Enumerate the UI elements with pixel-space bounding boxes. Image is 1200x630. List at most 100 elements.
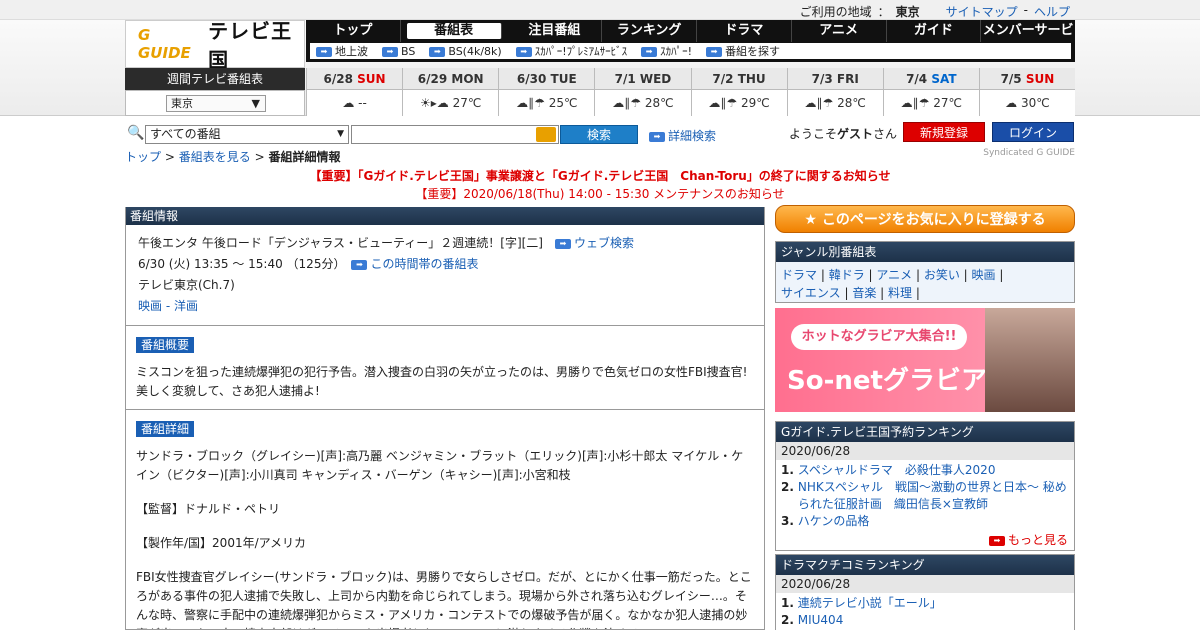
drama-ranking-item[interactable]: 連続テレビ小説「エール」 <box>798 596 942 610</box>
genre-box: ジャンル別番組表 ドラマ | 韓ドラ | アニメ | お笑い | 映画 | サイ… <box>775 241 1075 303</box>
g-guide-logo: G GUIDE <box>138 26 191 62</box>
genre-link[interactable]: 料理 <box>888 286 912 300</box>
day-date[interactable]: 6/29 MON <box>403 68 499 90</box>
drama-ranking-item[interactable]: MIU404 <box>798 613 844 627</box>
day-date[interactable]: 6/28 SUN <box>307 68 403 90</box>
genre-link[interactable]: アニメ <box>876 268 912 282</box>
register-button[interactable]: 新規登録 <box>903 122 985 142</box>
day-column[interactable]: 6/29 MON ☀▸☁ 27℃ <box>402 68 499 116</box>
day-column[interactable]: 7/3 FRI ☁∥☂ 28℃ <box>786 68 883 116</box>
day-date[interactable]: 7/2 THU <box>691 68 787 90</box>
nav-top[interactable]: トップ <box>306 20 401 42</box>
nav-featured[interactable]: 注目番組 <box>508 20 603 42</box>
program-summary-section: 番組概要 ミスコンを狙った連続爆弾犯の犯行予告。潜入捜査の白羽の矢が立ったのは、… <box>126 326 764 410</box>
genre-link[interactable]: お笑い <box>924 268 960 282</box>
help-link[interactable]: ヘルプ <box>1034 3 1070 20</box>
day-weather: ☁∥☂ 27℃ <box>883 90 979 116</box>
banner-title: So-netグラビア <box>787 366 987 396</box>
category-select[interactable]: すべての番組 ▼ <box>145 125 349 144</box>
nav-ranking[interactable]: ランキング <box>602 20 697 42</box>
sub-navigation: ➡ 地上波 ➡ BS ➡ BS(4k/8k) ➡ ｽｶﾊﾟｰ!ﾌﾟﾚﾐｱﾑｻｰﾋﾞｽ ➡… <box>310 43 1071 59</box>
arrow-icon: ➡ <box>988 535 1005 546</box>
area-select[interactable]: 東京 ▼ <box>166 95 266 112</box>
ranking-item[interactable]: ハケンの品格 <box>798 514 870 528</box>
sonet-gravure-banner[interactable]: ホットなグラビア大集合!! So-netグラビア <box>775 308 1075 412</box>
nav-listings[interactable]: 番組表 <box>406 23 502 39</box>
day-date[interactable]: 6/30 TUE <box>499 68 595 90</box>
link-separator: - <box>1023 3 1028 17</box>
welcome-text: ようこそゲストさん <box>789 127 898 141</box>
subnav-bs4k[interactable]: ➡ BS(4k/8k) <box>429 45 502 58</box>
banner-pill: ホットなグラビア大集合!! <box>791 324 967 350</box>
day-date[interactable]: 7/4 SAT <box>883 68 979 90</box>
banner-photo <box>985 308 1075 412</box>
day-column[interactable]: 6/30 TUE ☁∥☂ 25℃ <box>498 68 595 116</box>
ranking-item[interactable]: NHKスペシャル 戦国〜激動の世界と日本〜 秘められた征服計画 織田信長×宣教師 <box>798 479 1069 513</box>
genre-link[interactable]: 映画 <box>972 268 996 282</box>
day-column[interactable]: 7/5 SUN ☁ 30℃ <box>978 68 1075 116</box>
program-title: 午後エンタ 午後ロード「デンジャラス・ビューティー」２週連続！[字][二] <box>138 236 543 250</box>
weekly-schedule: 週間テレビ番組表 東京 ▼ 6/28 SUN ☁ -- 6/29 MON ☀▸☁ 27℃… <box>125 68 1075 116</box>
program-basic-info: 午後エンタ 午後ロード「デンジャラス・ビューティー」２週連続！[字][二] ➡ ウ… <box>126 225 764 326</box>
program-genre-link[interactable]: 映画 - 洋画 <box>138 299 198 313</box>
nav-drama[interactable]: ドラマ <box>697 20 792 42</box>
program-director: 【監督】ドナルド・ペトリ <box>136 502 281 516</box>
advanced-search-link[interactable]: ➡ 詳細検索 <box>649 127 716 144</box>
arrow-icon: ➡ <box>555 238 571 249</box>
arrow-icon: ➡ <box>351 259 368 270</box>
subnav-bs[interactable]: ➡ BS <box>382 45 415 58</box>
program-channel: テレビ東京(Ch.7) <box>138 278 235 292</box>
ranking-item[interactable]: スペシャルドラマ 必殺仕事人2020 <box>798 463 996 477</box>
program-detail-section: 番組詳細 サンドラ・ブロック（グレイシー)[声]:高乃麗 ベンジャミン・ブラット… <box>126 410 764 629</box>
breadcrumb-sep: > <box>254 150 265 164</box>
day-column[interactable]: 6/28 SUN ☁ -- <box>306 68 403 116</box>
search-input[interactable] <box>351 125 559 144</box>
timeslot-link[interactable]: ➡ この時間帯の番組表 <box>351 257 478 271</box>
day-date[interactable]: 7/5 SUN <box>979 68 1075 90</box>
breadcrumb-listings[interactable]: 番組表を見る <box>179 150 251 164</box>
drama-ranking-box: ドラマクチコミランキング 2020/06/28 1. 連続テレビ小説「エール」 … <box>775 554 1075 630</box>
drama-ranking-header: ドラマクチコミランキング <box>776 555 1074 575</box>
arrow-icon: ➡ <box>316 47 332 57</box>
arrow-icon: ➡ <box>515 47 532 57</box>
notice-transfer[interactable]: 【重要】「Gガイド.テレビ王国」事業譲渡と「Gガイド.テレビ王国 Chan-To… <box>0 167 1200 184</box>
subnav-terrestrial[interactable]: ➡ 地上波 <box>316 43 368 59</box>
add-favorite-button[interactable]: ★ このページをお気に入りに登録する <box>775 205 1075 233</box>
logo-title: テレビ王国 <box>208 19 293 72</box>
genre-link[interactable]: サイエンス <box>781 286 841 300</box>
genre-link[interactable]: ドラマ <box>781 268 817 282</box>
program-story: FBI女性捜査官グレイシー(サンドラ・ブロック)は、男勝りで女らしさゼロ。だが、… <box>136 570 752 629</box>
site-logo[interactable]: G GUIDE テレビ王国 <box>125 19 305 72</box>
day-date[interactable]: 7/1 WED <box>595 68 691 90</box>
day-weather: ☁∥☂ 28℃ <box>595 90 691 116</box>
sitemap-link[interactable]: サイトマップ <box>946 3 1018 20</box>
dropdown-arrow-icon: ▼ <box>337 129 344 139</box>
more-link[interactable]: ➡ もっと見る <box>988 531 1068 548</box>
region-value: 東京 <box>895 5 920 19</box>
subnav-skyperfect-premium[interactable]: ➡ ｽｶﾊﾟｰ!ﾌﾟﾚﾐｱﾑｻｰﾋﾞｽ <box>515 43 627 59</box>
day-column[interactable]: 7/1 WED ☁∥☂ 28℃ <box>594 68 691 116</box>
search-button[interactable]: 検索 <box>560 125 638 144</box>
genre-link[interactable]: 音楽 <box>852 286 876 300</box>
main-navigation: トップ 番組表 注目番組 ランキング ドラマ アニメ ガイド メンバーサービス … <box>306 20 1075 62</box>
day-weather: ☁∥☂ 25℃ <box>499 90 595 116</box>
day-weather: ☁∥☂ 28℃ <box>787 90 883 116</box>
program-time: 6/30 (火) 13:35 ～ 15:40 （125分） <box>138 257 340 271</box>
nav-anime[interactable]: アニメ <box>792 20 887 42</box>
summary-tag: 番組概要 <box>136 337 195 353</box>
genre-link[interactable]: 韓ドラ <box>829 268 865 282</box>
day-weather: ☁ -- <box>307 90 403 116</box>
login-button[interactable]: ログイン <box>992 122 1074 142</box>
detail-tag: 番組詳細 <box>136 421 195 437</box>
subnav-skyperfect[interactable]: ➡ ｽｶﾊﾟｰ! <box>641 43 692 59</box>
nav-guide[interactable]: ガイド <box>887 20 982 42</box>
breadcrumb-top[interactable]: トップ <box>125 150 161 164</box>
web-search-link[interactable]: ➡ ウェブ検索 <box>555 236 634 250</box>
notice-maintenance[interactable]: 【重要】2020/06/18(Thu) 14:00 - 15:30 メンテナンス… <box>0 185 1200 202</box>
subnav-find-program[interactable]: ➡ 番組を探す <box>706 43 780 59</box>
day-date[interactable]: 7/3 FRI <box>787 68 883 90</box>
nav-member[interactable]: メンバーサービス <box>981 20 1075 60</box>
program-cast: サンドラ・ブロック（グレイシー)[声]:高乃麗 ベンジャミン・ブラット（エリック… <box>136 449 744 482</box>
day-column[interactable]: 7/4 SAT ☁∥☂ 27℃ <box>882 68 979 116</box>
day-column[interactable]: 7/2 THU ☁∥☂ 29℃ <box>690 68 787 116</box>
